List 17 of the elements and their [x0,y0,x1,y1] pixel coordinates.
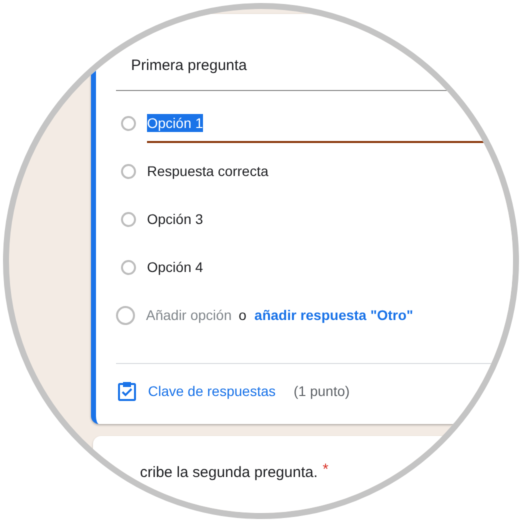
answer-key-link[interactable]: Clave de respuestas [148,383,276,399]
radio-button[interactable] [121,260,136,274]
question-text: cribe la segunda pregunta. [140,464,318,481]
option-label[interactable]: Opción 3 [147,211,204,227]
radio-button[interactable] [121,116,136,130]
option-label[interactable]: Opción 4 [147,259,204,275]
radio-button[interactable] [121,164,136,178]
option-label[interactable]: Respuesta correcta [147,163,268,179]
points-label: (1 punto) [294,383,350,399]
question-title-field[interactable]: Primera pregunta [116,14,465,91]
radio-button[interactable] [121,212,136,226]
add-other-link[interactable]: añadir respuesta "Otro" [254,307,414,323]
clipboard-check-icon[interactable] [118,381,136,401]
add-option-link[interactable]: Añadir opción [146,307,232,323]
separator-text: o [238,307,246,323]
required-mark: * [322,461,328,478]
option-input[interactable]: Opción 1 [147,103,486,143]
